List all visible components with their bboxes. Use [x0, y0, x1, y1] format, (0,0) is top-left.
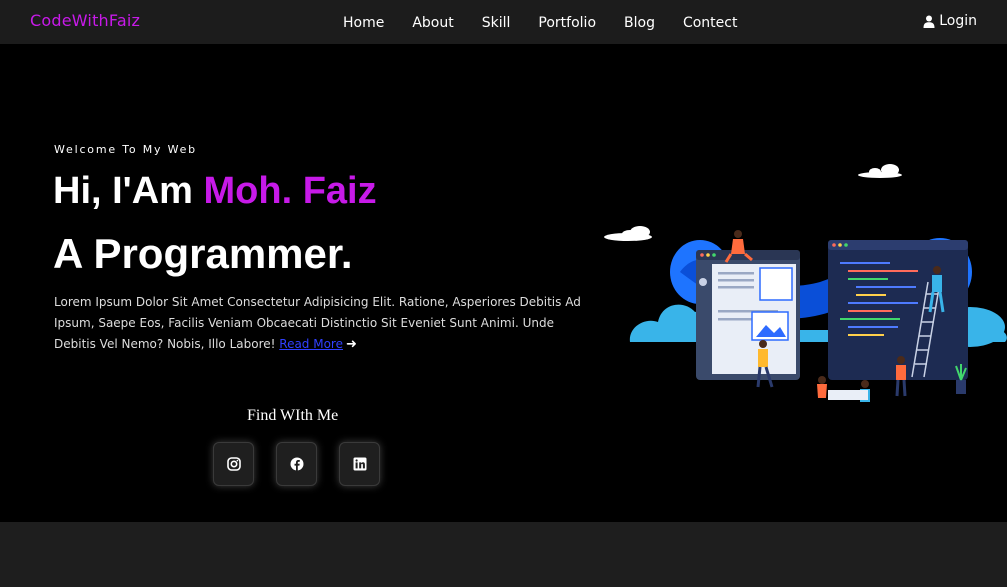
author-name: Moh. Faiz [203, 170, 377, 212]
nav-portfolio[interactable]: Portfolio [538, 13, 596, 31]
facebook-button[interactable] [276, 442, 317, 486]
programmer-illustration [604, 164, 1007, 402]
greeting-text: Hi, I'Am [53, 170, 204, 212]
instagram-icon [226, 457, 241, 471]
role-heading: A Programmer. [53, 230, 353, 277]
login-label: Login [939, 13, 977, 29]
welcome-text: Welcome To My Web [54, 143, 197, 156]
nav-home[interactable]: Home [343, 13, 384, 31]
find-with-me-title: Find WIth Me [247, 407, 339, 424]
arrow-right-icon: ➜ [345, 337, 357, 352]
cloud-icon [604, 226, 652, 241]
facebook-icon [290, 457, 303, 471]
hero-section: Welcome To My Web Hi, I'Am Moh. Faiz A P… [0, 44, 1007, 522]
board [828, 390, 868, 400]
linkedin-button[interactable] [339, 442, 380, 486]
navbar: CodeWithFaiz Home About Skill Portfolio … [0, 0, 1007, 44]
nav-skill[interactable]: Skill [482, 13, 511, 31]
next-section-band [0, 522, 1007, 587]
browser-window [696, 250, 800, 380]
instagram-button[interactable] [213, 442, 254, 486]
user-icon [923, 15, 935, 28]
read-more-link[interactable]: Read More [279, 337, 343, 351]
nav-about[interactable]: About [412, 13, 453, 31]
nav-blog[interactable]: Blog [624, 13, 655, 31]
hero-description: Lorem Ipsum Dolor Sit Amet Consectetur A… [54, 292, 589, 355]
login-button[interactable]: Login [923, 13, 977, 29]
cloud-icon [858, 164, 902, 178]
greeting-heading: Hi, I'Am Moh. Faiz [53, 170, 377, 213]
person-figure [817, 376, 827, 398]
social-links [213, 442, 380, 486]
nav-links: Home About Skill Portfolio Blog Contect [330, 0, 765, 44]
brand-logo[interactable]: CodeWithFaiz [30, 11, 140, 30]
linkedin-icon [353, 457, 366, 471]
nav-contect[interactable]: Contect [683, 13, 738, 31]
